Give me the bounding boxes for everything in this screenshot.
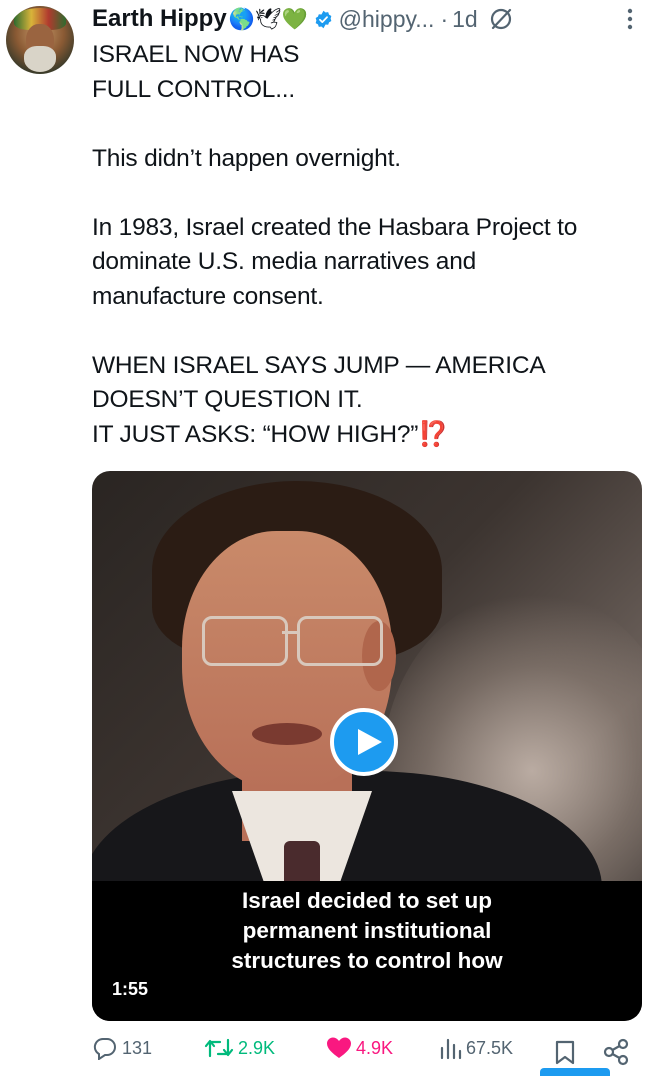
separator-dot: · bbox=[440, 5, 449, 32]
share-icon[interactable] bbox=[602, 1038, 630, 1066]
like-button[interactable]: 4.9K bbox=[326, 1036, 393, 1060]
video-duration: 1:55 bbox=[112, 979, 149, 999]
timestamp[interactable]: 1d bbox=[452, 6, 478, 33]
author-name[interactable]: Earth Hippy bbox=[92, 5, 227, 33]
tweet-line: In 1983, Israel created the Hasbara Proj… bbox=[92, 213, 578, 241]
tweet-text: ISRAEL NOW HAS FULL CONTROL... This didn… bbox=[92, 38, 652, 452]
views-icon bbox=[440, 1038, 462, 1060]
reply-count: 131 bbox=[122, 1037, 153, 1058]
caption-line: permanent institutional bbox=[242, 918, 492, 943]
tweet-line: DOESN’T QUESTION IT. bbox=[92, 386, 363, 413]
interrobang-emoji: ⁉️ bbox=[418, 420, 449, 448]
caption-line: structures to control how bbox=[231, 948, 503, 973]
tweet-line: dominate U.S. media narratives and bbox=[92, 248, 477, 275]
video-caption: Israel decided to set up permanent insti… bbox=[92, 886, 642, 976]
views-count: 67.5K bbox=[466, 1037, 514, 1058]
verified-icon bbox=[315, 10, 331, 28]
grok-icon[interactable] bbox=[488, 6, 514, 32]
action-bar: 131 2.9K 4.9K 67.5K bbox=[92, 1036, 642, 1070]
like-icon bbox=[327, 1037, 351, 1058]
bookmark-icon[interactable] bbox=[554, 1040, 576, 1066]
retweet-button[interactable]: 2.9K bbox=[204, 1036, 275, 1060]
author-handle[interactable]: @hippy... bbox=[339, 6, 435, 33]
more-icon[interactable] bbox=[620, 6, 640, 32]
tweet-line: This didn’t happen overnight. bbox=[92, 144, 401, 172]
tweet-line: manufacture consent. bbox=[92, 282, 324, 310]
reply-icon bbox=[93, 1037, 116, 1060]
caption-line: Israel decided to set up bbox=[241, 888, 493, 913]
author-emoji: 🌎🕊💚 bbox=[228, 6, 308, 31]
tweet-line-last: IT JUST ASKS: “HOW HIGH?”⁉️ bbox=[92, 418, 652, 453]
play-icon bbox=[358, 729, 382, 755]
tweet-line: IT JUST ASKS: “HOW HIGH?” bbox=[92, 420, 419, 448]
retweet-count: 2.9K bbox=[238, 1037, 276, 1058]
tweet-header: Earth Hippy 🌎🕊💚 @hippy... · 1d bbox=[92, 2, 652, 36]
video-player[interactable]: Israel decided to set up permanent insti… bbox=[92, 471, 642, 1021]
tweet-line: WHEN ISRAEL SAYS JUMP — AMERICA bbox=[92, 351, 546, 379]
tweet-line: ISRAEL NOW HAS bbox=[92, 41, 300, 68]
retweet-icon bbox=[204, 1038, 234, 1058]
reply-button[interactable]: 131 bbox=[92, 1036, 152, 1060]
tweet-line: FULL CONTROL... bbox=[92, 75, 296, 103]
avatar[interactable] bbox=[6, 6, 74, 74]
like-count: 4.9K bbox=[356, 1037, 394, 1058]
views-button[interactable]: 67.5K bbox=[438, 1036, 513, 1060]
play-button[interactable] bbox=[330, 708, 398, 776]
scroll-indicator bbox=[540, 1068, 610, 1076]
